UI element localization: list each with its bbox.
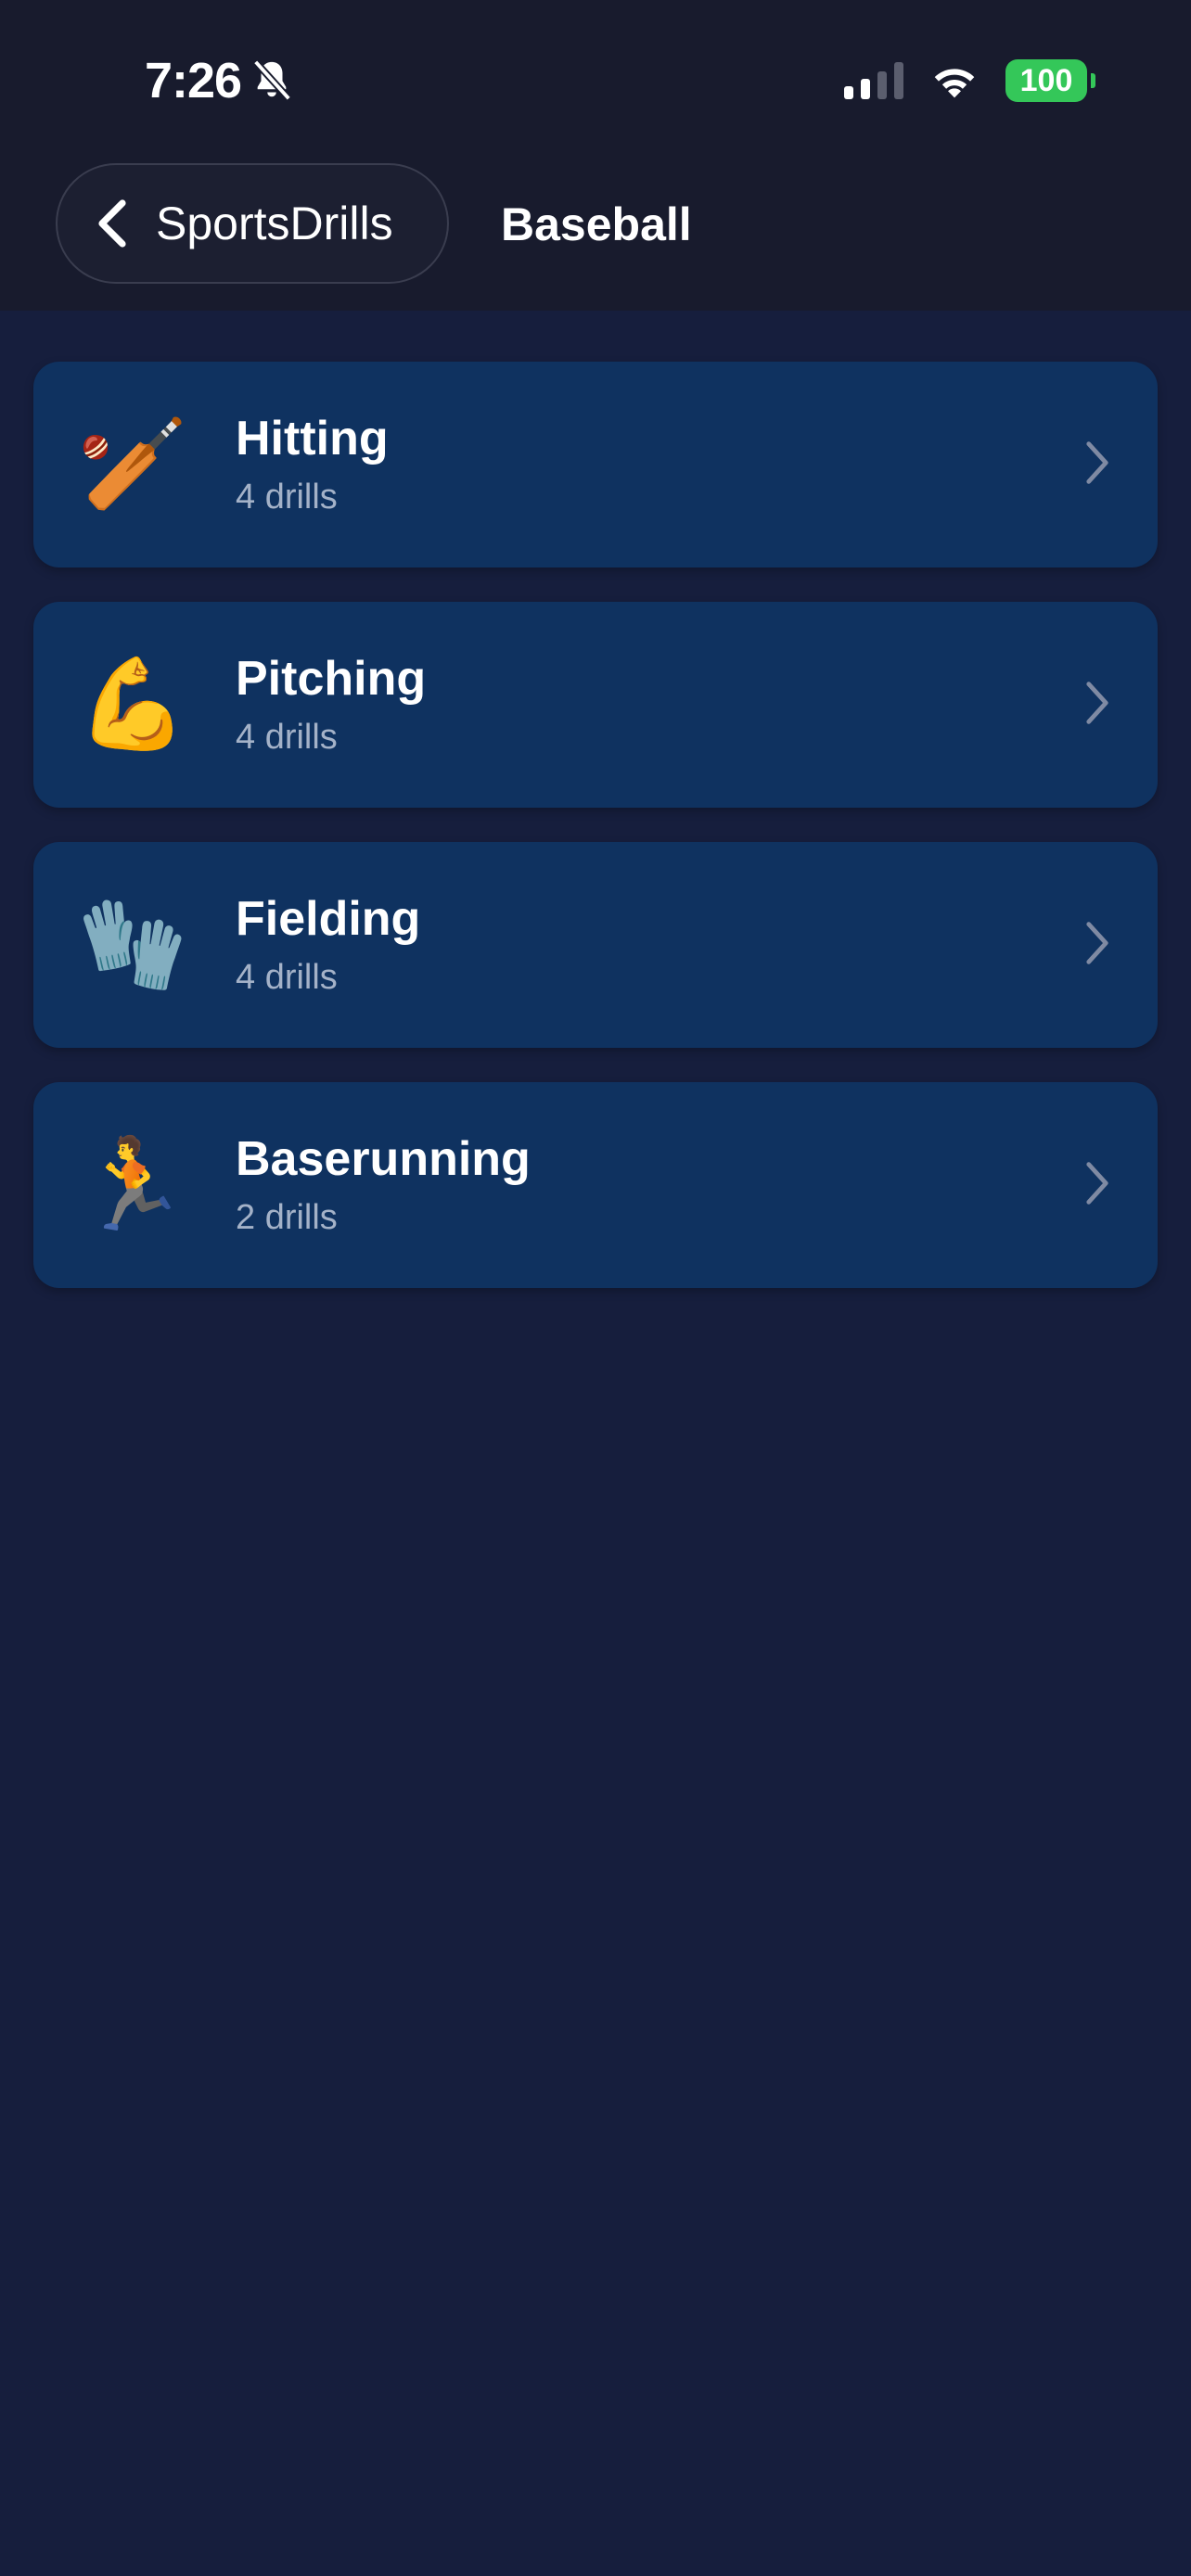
battery-icon: 100 [1005,59,1095,102]
chevron-left-icon [98,199,126,248]
category-card-baserunning[interactable]: 🏃 Baserunning 2 drills [33,1082,1158,1288]
page-title: Baseball [501,198,692,250]
category-card-pitching[interactable]: 💪 Pitching 4 drills [33,602,1158,808]
category-title: Fielding [236,892,421,946]
cellular-signal-icon [844,62,903,99]
chevron-right-icon [1086,922,1108,964]
category-drill-count: 4 drills [236,958,338,997]
category-drill-count: 2 drills [236,1198,338,1237]
bell-slash-icon [252,59,292,101]
category-title: Hitting [236,412,389,465]
category-card-hitting[interactable]: 🏏 Hitting 4 drills [33,362,1158,567]
category-card-fielding[interactable]: 🧤 Fielding 4 drills [33,842,1158,1048]
battery-level: 100 [1019,62,1073,98]
chevron-right-icon [1086,1162,1108,1205]
flexed-biceps-icon: 💪 [77,655,188,754]
back-button-label: SportsDrills [156,198,393,249]
status-time-text: 7:26 [145,53,242,108]
cricket-bat-icon: 🏏 [77,414,188,514]
category-list: 🏏 Hitting 4 drills 💪 Pitching 4 drills 🧤… [33,362,1158,1322]
chevron-right-icon [1086,441,1108,484]
wifi-icon [934,69,975,98]
category-title: Baserunning [236,1132,531,1186]
person-running-icon: 🏃 [77,1135,188,1234]
category-title: Pitching [236,652,427,706]
gloves-icon: 🧤 [77,895,188,994]
back-button[interactable]: SportsDrills [56,163,449,284]
category-drill-count: 4 drills [236,478,338,516]
chevron-right-icon [1086,682,1108,724]
status-indicators: 100 [844,54,1095,108]
status-time: 7:26 [145,46,293,115]
category-drill-count: 4 drills [236,718,338,757]
